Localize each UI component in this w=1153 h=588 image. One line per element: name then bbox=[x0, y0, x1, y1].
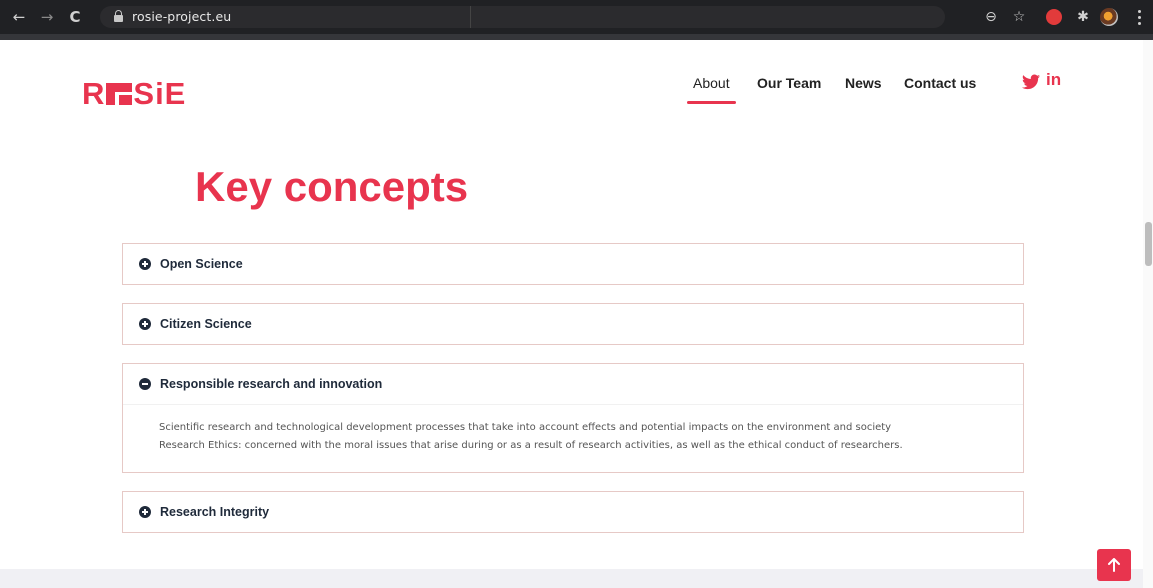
nav-item-about[interactable]: About bbox=[687, 75, 736, 104]
accordion-item-research-integrity[interactable]: Research Integrity bbox=[122, 491, 1024, 533]
address-bar-divider bbox=[470, 6, 471, 28]
lock-icon bbox=[114, 10, 123, 22]
plus-circle-icon bbox=[139, 318, 151, 330]
url-text: rosie-project.eu bbox=[132, 9, 232, 24]
linkedin-icon[interactable]: in bbox=[1046, 70, 1061, 90]
accordion-header[interactable]: Citizen Science bbox=[123, 304, 1023, 344]
reload-button[interactable]: C bbox=[66, 8, 84, 26]
logo-square-mark bbox=[106, 83, 133, 105]
rosie-logo[interactable]: R SiE bbox=[82, 76, 186, 112]
profile-avatar[interactable] bbox=[1100, 8, 1118, 26]
accordion-body: Scientific research and technological de… bbox=[123, 404, 1023, 455]
forward-button[interactable]: → bbox=[38, 8, 56, 26]
forward-arrow-icon: → bbox=[40, 8, 54, 26]
footer-band bbox=[0, 569, 1143, 588]
accordion-item-open-science[interactable]: Open Science bbox=[122, 243, 1024, 285]
zoom-icon[interactable]: ⊖ bbox=[982, 8, 1000, 26]
accordion-item-responsible-research[interactable]: Responsible research and innovation Scie… bbox=[122, 363, 1024, 473]
accordion-item-citizen-science[interactable]: Citizen Science bbox=[122, 303, 1024, 345]
back-button[interactable]: ← bbox=[10, 8, 28, 26]
accordion-header[interactable]: Responsible research and innovation bbox=[123, 364, 1023, 404]
page-scrollbar[interactable] bbox=[1143, 40, 1153, 588]
accordion-text: Research Ethics: concerned with the mora… bbox=[159, 440, 903, 451]
back-arrow-icon: ← bbox=[12, 8, 26, 26]
bookmark-star-icon[interactable]: ☆ bbox=[1010, 8, 1028, 26]
reload-icon: C bbox=[69, 8, 81, 26]
arrow-up-icon bbox=[1108, 558, 1120, 572]
active-nav-underline bbox=[687, 101, 736, 104]
plus-circle-icon bbox=[139, 258, 151, 270]
nav-item-news[interactable]: News bbox=[845, 75, 882, 91]
twitter-icon[interactable] bbox=[1022, 74, 1040, 90]
nav-item-our-team[interactable]: Our Team bbox=[757, 75, 821, 91]
browser-menu-icon[interactable] bbox=[1134, 8, 1144, 26]
accordion-header[interactable]: Open Science bbox=[123, 244, 1023, 284]
address-bar[interactable]: rosie-project.eu bbox=[100, 6, 945, 28]
puzzle-extensions-icon[interactable]: ✱ bbox=[1074, 8, 1092, 26]
extension-icon[interactable] bbox=[1046, 9, 1062, 25]
accordion-header[interactable]: Research Integrity bbox=[123, 492, 1023, 532]
minus-circle-icon bbox=[139, 378, 151, 390]
scroll-thumb[interactable] bbox=[1145, 222, 1152, 266]
accordion-text: Scientific research and technological de… bbox=[159, 422, 892, 433]
back-to-top-button[interactable] bbox=[1097, 549, 1131, 581]
plus-circle-icon bbox=[139, 506, 151, 518]
nav-item-contact-us[interactable]: Contact us bbox=[904, 75, 976, 91]
page-title: Key concepts bbox=[195, 163, 469, 210]
